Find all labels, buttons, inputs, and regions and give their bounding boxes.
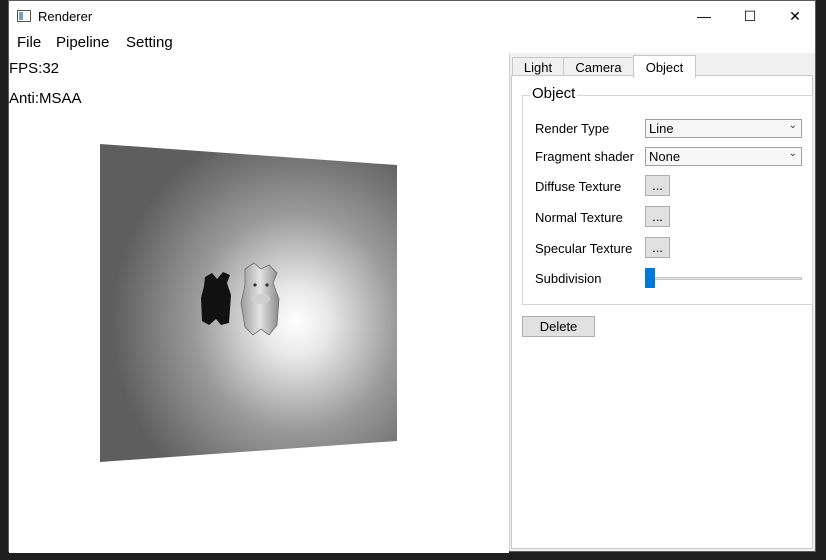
cow-model [240,262,280,336]
title-bar: Renderer — ☐ ✕ [9,1,815,31]
diffuse-texture-label: Diffuse Texture [535,179,622,194]
close-button[interactable]: ✕ [772,1,818,31]
scene-render [100,144,397,462]
menu-setting[interactable]: Setting [126,34,173,51]
render-viewport[interactable]: FPS:32 Anti:MSAA [9,53,509,553]
renderer-window: Renderer — ☐ ✕ File Pipeline Setting FPS… [8,0,816,553]
menu-pipeline[interactable]: Pipeline [56,34,109,51]
object-group: Object Render Type Line ⌄ Fragment shade… [522,85,813,305]
specular-texture-label: Specular Texture [535,241,633,256]
window-title: Renderer [38,9,93,24]
background-editor-right [816,0,826,560]
object-tab-page: Object Render Type Line ⌄ Fragment shade… [511,75,813,549]
diffuse-texture-browse-button[interactable]: ... [645,175,670,196]
menu-file[interactable]: File [17,34,41,51]
specular-texture-browse-button[interactable]: ... [645,237,670,258]
normal-texture-browse-button[interactable]: ... [645,206,670,227]
fragment-shader-label: Fragment shader [535,149,634,164]
subdivision-slider-handle[interactable] [645,268,655,288]
render-type-select[interactable]: Line ⌄ [645,119,802,138]
normal-texture-label: Normal Texture [535,210,623,225]
menu-bar: File Pipeline Setting [9,31,815,53]
render-type-value: Line [649,121,674,136]
fragment-shader-value: None [649,149,681,164]
maximize-button[interactable]: ☐ [727,1,773,31]
chevron-down-icon: ⌄ [788,148,797,159]
chevron-down-icon: ⌄ [788,120,797,131]
tab-light[interactable]: Light [512,57,564,77]
tab-bar: Light Camera Object [510,55,815,78]
cow-shadow [201,272,231,325]
subdivision-label: Subdivision [535,271,602,286]
render-type-label: Render Type [535,121,610,136]
tab-camera[interactable]: Camera [563,57,634,77]
fragment-shader-select[interactable]: None ⌄ [645,147,802,166]
properties-panel: Light Camera Object Object Render Type L… [509,53,815,551]
group-title: Object [530,85,578,102]
app-icon [17,10,31,22]
minimize-button[interactable]: — [681,1,727,31]
tab-object[interactable]: Object [633,55,696,78]
delete-button[interactable]: Delete [522,316,595,337]
subdivision-slider-track[interactable] [645,277,802,280]
